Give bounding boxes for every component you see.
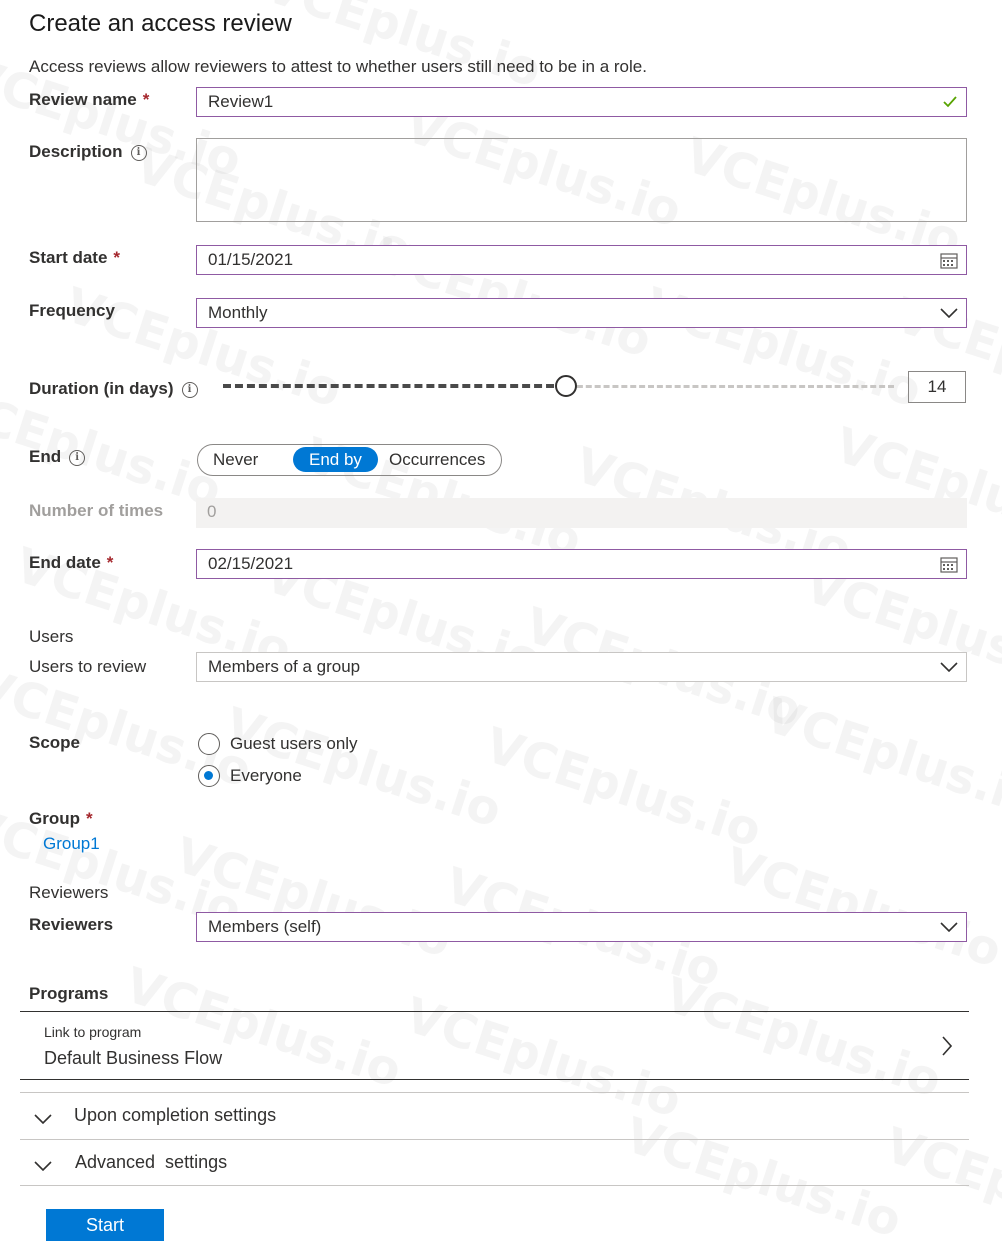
- link-to-program-label: Link to program: [44, 1024, 142, 1040]
- description-textarea[interactable]: [196, 138, 967, 222]
- radio-selected-dot: [204, 771, 213, 780]
- watermark: VCEplus.io: [478, 717, 769, 859]
- chevron-right-icon: [942, 1036, 953, 1061]
- start-date-label: Start date *: [29, 248, 120, 268]
- required-asterisk: *: [106, 553, 114, 572]
- duration-slider-track[interactable]: [568, 385, 894, 388]
- upon-completion-settings-expander[interactable]: Upon completion settings: [20, 1094, 969, 1138]
- duration-label: Duration (in days) i: [29, 379, 198, 399]
- chevron-down-icon: [940, 299, 958, 327]
- end-date-label-text: End date: [29, 553, 101, 572]
- scope-label: Scope: [29, 733, 81, 752]
- chevron-down-icon: [940, 913, 958, 941]
- watermark: VCEplus.io: [828, 417, 1002, 559]
- watermark: VCEplus.io: [258, 0, 549, 99]
- review-name-label: Review name *: [29, 90, 149, 110]
- page-subtitle: Access reviews allow reviewers to attest…: [29, 57, 647, 76]
- calendar-icon[interactable]: [940, 246, 958, 274]
- check-icon: [942, 88, 958, 116]
- frequency-dropdown[interactable]: Monthly: [196, 298, 967, 328]
- info-icon[interactable]: i: [130, 144, 147, 161]
- duration-label-text: Duration (in days): [29, 379, 174, 398]
- end-option-never[interactable]: Never: [213, 445, 258, 474]
- upon-completion-settings-label: Upon completion settings: [74, 1105, 277, 1125]
- info-icon[interactable]: i: [69, 449, 86, 466]
- chevron-down-icon: [940, 653, 958, 681]
- scope-option-everyone-label: Everyone: [230, 766, 302, 785]
- required-asterisk: *: [142, 90, 150, 109]
- users-to-review-value: Members of a group: [208, 657, 361, 676]
- review-name-input[interactable]: Review1: [196, 87, 967, 117]
- frequency-label: Frequency: [29, 301, 115, 320]
- end-date-input[interactable]: 02/15/2021: [196, 549, 967, 579]
- divider: [20, 1139, 969, 1140]
- required-asterisk: *: [113, 248, 121, 267]
- program-value: Default Business Flow: [44, 1048, 223, 1068]
- advanced-settings-label: Advanced settings: [75, 1152, 228, 1172]
- end-label-text: End: [29, 447, 62, 466]
- users-section-heading: Users: [29, 627, 74, 646]
- watermark: VCEplus.io: [168, 827, 459, 969]
- required-asterisk: *: [86, 809, 93, 828]
- chevron-down-icon: [34, 1111, 52, 1129]
- end-date-label: End date *: [29, 553, 113, 573]
- users-to-review-label: Users to review: [29, 657, 147, 676]
- group-label: Group *: [29, 809, 93, 829]
- divider: [20, 1011, 969, 1012]
- number-of-times-input[interactable]: 0: [196, 498, 967, 528]
- scope-option-guest-label: Guest users only: [230, 734, 358, 753]
- end-option-end-by[interactable]: End by: [293, 447, 378, 472]
- number-of-times-label: Number of times: [29, 501, 164, 520]
- end-date-value: 02/15/2021: [208, 554, 294, 573]
- group-link[interactable]: Group1: [43, 834, 100, 854]
- divider: [20, 1185, 969, 1186]
- programs-label: Programs: [29, 984, 109, 1003]
- end-label: End i: [29, 447, 86, 467]
- divider: [20, 1092, 969, 1093]
- scope-radio-guest[interactable]: [198, 733, 220, 755]
- watermark: VCEplus.io: [718, 837, 1002, 979]
- start-button[interactable]: Start: [46, 1209, 164, 1241]
- end-toggle-group: Never End by Occurrences: [197, 444, 502, 476]
- description-label-text: Description: [29, 142, 123, 161]
- watermark: VCEplus.io: [758, 687, 1002, 829]
- users-to-review-dropdown[interactable]: Members of a group: [196, 652, 967, 682]
- reviewers-section-heading: Reviewers: [29, 883, 109, 902]
- end-option-occurrences[interactable]: Occurrences: [389, 445, 485, 474]
- start-date-input[interactable]: 01/15/2021: [196, 245, 967, 275]
- start-date-value: 01/15/2021: [208, 250, 294, 269]
- duration-slider-thumb[interactable]: [555, 375, 577, 397]
- divider: [20, 1079, 969, 1080]
- start-date-label-text: Start date: [29, 248, 108, 267]
- scope-radio-everyone[interactable]: [198, 765, 220, 787]
- group-label-text: Group: [29, 809, 80, 828]
- review-name-value: Review1: [208, 92, 274, 111]
- duration-number-input[interactable]: 14: [908, 371, 966, 403]
- review-name-label-text: Review name: [29, 90, 137, 109]
- description-label: Description i: [29, 142, 147, 162]
- calendar-icon[interactable]: [940, 550, 958, 578]
- reviewers-value: Members (self): [208, 917, 322, 936]
- link-to-program-row[interactable]: Link to program Default Business Flow: [20, 1013, 969, 1079]
- duration-slider-track-filled[interactable]: [223, 384, 566, 388]
- info-icon[interactable]: i: [181, 381, 198, 398]
- reviewers-dropdown[interactable]: Members (self): [196, 912, 967, 942]
- frequency-value: Monthly: [208, 303, 268, 322]
- page-title: Create an access review: [29, 10, 292, 37]
- advanced-settings-expander[interactable]: Advanced settings: [20, 1141, 969, 1185]
- reviewers-label: Reviewers: [29, 915, 114, 934]
- chevron-down-icon: [34, 1158, 52, 1176]
